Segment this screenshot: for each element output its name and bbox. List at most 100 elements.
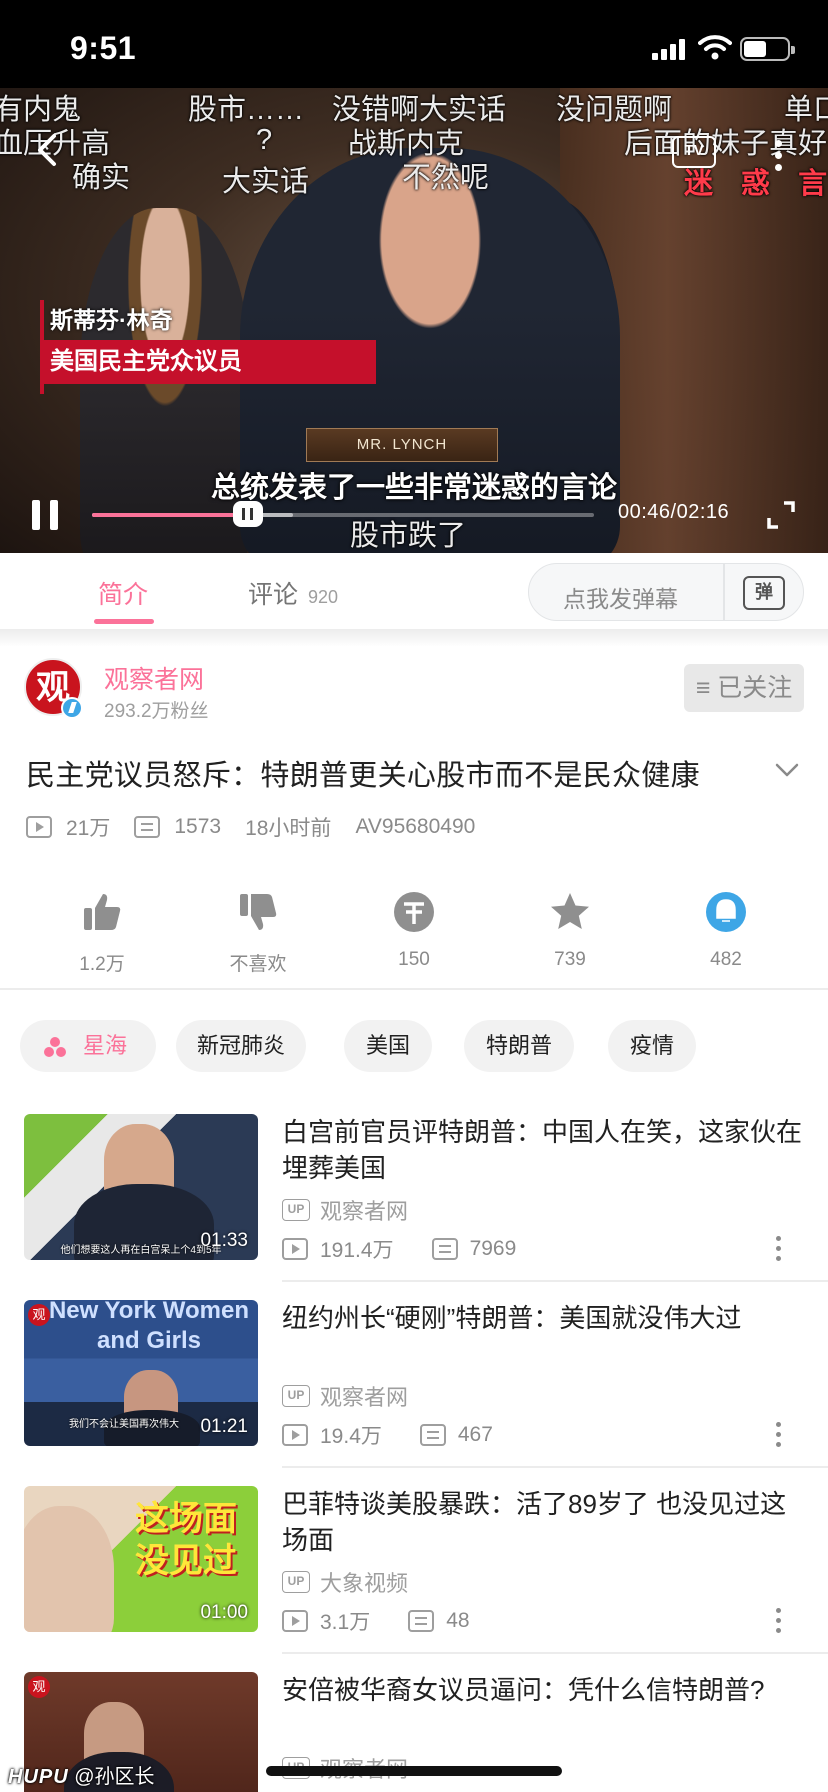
- channel-badge: 观: [28, 1304, 50, 1326]
- play-count-icon: [282, 1424, 308, 1446]
- danmaku-item: 不然呢: [402, 162, 490, 194]
- tab-intro[interactable]: 简介: [94, 575, 154, 624]
- thumbnail-text: 这场面 没见过: [135, 1499, 237, 1581]
- thumbnail-caption: 我们不会让美国再次伟大: [69, 1419, 179, 1430]
- danmaku-count-icon: [431, 1238, 458, 1260]
- thumbs-up-icon: [84, 894, 121, 930]
- rec-owner: UP 大象视频: [282, 1566, 408, 1598]
- comment-count: 920: [308, 587, 339, 607]
- video-meta: 21万 1573 18小时前 AV95680490: [26, 812, 499, 842]
- up-icon: UP: [282, 1571, 310, 1593]
- home-indicator[interactable]: [266, 1766, 562, 1776]
- verified-badge-icon: [61, 697, 83, 719]
- list-item[interactable]: 这场面 没见过 01:00 巴菲特谈美股暴跌：活了89岁了 也没见过这场面 UP…: [0, 1486, 828, 1672]
- tab-comments[interactable]: 评论 920: [248, 575, 338, 611]
- lower-third-title: 美国民主党众议员: [40, 340, 376, 384]
- rec-owner: UP观察者网: [282, 1380, 408, 1412]
- danmaku-input[interactable]: 点我发弹幕 弹: [528, 563, 804, 621]
- coin-button[interactable]: 150: [354, 890, 474, 971]
- more-options-icon[interactable]: [772, 140, 784, 176]
- status-time: 9:51: [70, 30, 137, 66]
- star-sea-icon: [44, 1037, 66, 1057]
- favorite-button[interactable]: 739: [510, 890, 630, 971]
- danmaku-item: ?: [256, 124, 273, 156]
- rec-stats: 19.4万 467: [282, 1420, 493, 1450]
- progress-played: [92, 513, 248, 517]
- rec-stats: 3.1万 48: [282, 1606, 470, 1636]
- fullscreen-icon[interactable]: [766, 500, 796, 530]
- cast-tv-button[interactable]: TV: [672, 136, 716, 168]
- publish-time: 18小时前: [245, 817, 332, 840]
- rec-title: 纽约州长“硬刚”特朗普：美国就没伟大过: [282, 1303, 742, 1333]
- back-arrow-icon[interactable]: [30, 132, 66, 168]
- video-title: 民主党议员怒斥：特朗普更关心股市而不是民众健康: [26, 760, 700, 792]
- share-button[interactable]: 482: [666, 890, 786, 971]
- danmaku-toggle-icon[interactable]: 弹: [743, 576, 785, 610]
- danmaku-count-icon: [134, 816, 161, 838]
- danmaku-item: 股市跌了: [350, 520, 467, 552]
- danmaku-item: 大实话: [222, 166, 310, 198]
- cellular-signal-icon: [652, 38, 688, 60]
- tag-chip[interactable]: 星海: [20, 1020, 156, 1072]
- danmaku-count: 1573: [174, 815, 222, 838]
- video-thumbnail: New York Women and Girls 观 我们不会让美国再次伟大 0…: [24, 1300, 258, 1446]
- more-options-icon[interactable]: [774, 1422, 782, 1448]
- tag-chip[interactable]: 美国: [344, 1020, 432, 1072]
- rec-stats: 191.4万 7969: [282, 1234, 516, 1264]
- danmaku-item: 确实: [72, 162, 131, 194]
- video-thumbnail: 他们想要这人再在白宫呆上个4到5年 01:33: [24, 1114, 258, 1260]
- wifi-icon: [698, 35, 732, 60]
- list-item[interactable]: 他们想要这人再在白宫呆上个4到5年 01:33 白宫前官员评特朗普：中国人在笑，…: [0, 1114, 828, 1300]
- tag-chip[interactable]: 特朗普: [464, 1020, 574, 1072]
- tag-chip[interactable]: 新冠肺炎: [176, 1020, 306, 1072]
- rec-title: 安倍被华裔女议员逼问：凭什么信特朗普?: [282, 1675, 765, 1705]
- av-id: AV95680490: [355, 815, 476, 838]
- up-icon: UP: [282, 1385, 310, 1407]
- rec-title: 巴菲特谈美股暴跌：活了89岁了 也没见过这场面: [282, 1489, 787, 1555]
- video-duration: 01:00: [200, 1602, 248, 1623]
- chevron-down-icon[interactable]: [774, 757, 800, 783]
- detail-tab-bar: 简介 评论 920 点我发弹幕 弹: [0, 553, 828, 629]
- lower-third-name: 斯蒂芬·林奇: [50, 307, 173, 333]
- like-button[interactable]: 1.2万: [42, 890, 162, 976]
- status-bar: 9:51: [0, 0, 828, 88]
- play-count-icon: [26, 816, 52, 838]
- pause-button[interactable]: [30, 500, 60, 530]
- progress-knob[interactable]: [232, 501, 263, 527]
- follow-button[interactable]: ≡ 已关注: [684, 664, 804, 712]
- danmaku-count-icon: [419, 1424, 446, 1446]
- video-nameplate: MR. LYNCH: [306, 428, 498, 462]
- view-count: 21万: [66, 817, 111, 840]
- video-player[interactable]: MR. LYNCH 有内鬼 股市…… 没错啊大实话 没问题啊 单口 血压升高 ?…: [0, 88, 828, 553]
- danmaku-item: 股市……: [188, 94, 305, 126]
- video-thumbnail: 这场面 没见过 01:00: [24, 1486, 258, 1632]
- rec-title: 白宫前官员评特朗普：中国人在笑，这家伙在埋葬美国: [282, 1117, 803, 1183]
- more-options-icon[interactable]: [774, 1608, 782, 1634]
- progress-bar[interactable]: [92, 501, 594, 527]
- danmaku-count-icon: [408, 1610, 435, 1632]
- play-count-icon: [282, 1610, 308, 1632]
- battery-icon: [740, 37, 795, 61]
- thumbs-down-icon: [240, 894, 277, 930]
- video-duration: 01:21: [200, 1416, 248, 1437]
- up-icon: UP: [282, 1199, 310, 1221]
- timecode: 00:46/02:16: [618, 501, 730, 523]
- watermark: HUPU @孙区长: [8, 1766, 155, 1788]
- thumbnail-text: New York Women and Girls: [48, 1300, 250, 1354]
- rec-owner: UP观察者网: [282, 1194, 408, 1226]
- list-item[interactable]: New York Women and Girls 观 我们不会让美国再次伟大 0…: [0, 1300, 828, 1486]
- coin-icon: [394, 892, 434, 932]
- uploader-name[interactable]: 观察者网: [104, 660, 204, 696]
- active-tab-indicator: [94, 619, 154, 624]
- star-icon: [551, 893, 589, 929]
- action-row: 1.2万 不喜欢 150 739 482: [0, 890, 828, 990]
- video-duration: 01:33: [200, 1230, 248, 1251]
- danmaku-item: 后面的妹子真好: [624, 128, 828, 160]
- uploader-fans: 293.2万粉丝: [104, 701, 209, 722]
- more-options-icon[interactable]: [774, 1236, 782, 1262]
- tag-chip[interactable]: 疫情: [608, 1020, 696, 1072]
- dislike-button[interactable]: 不喜欢: [198, 890, 318, 976]
- danmaku-input-placeholder: 点我发弹幕: [563, 586, 678, 612]
- video-subtitle: 总统发表了一些非常迷惑的言论: [210, 472, 617, 504]
- share-icon: [706, 892, 746, 932]
